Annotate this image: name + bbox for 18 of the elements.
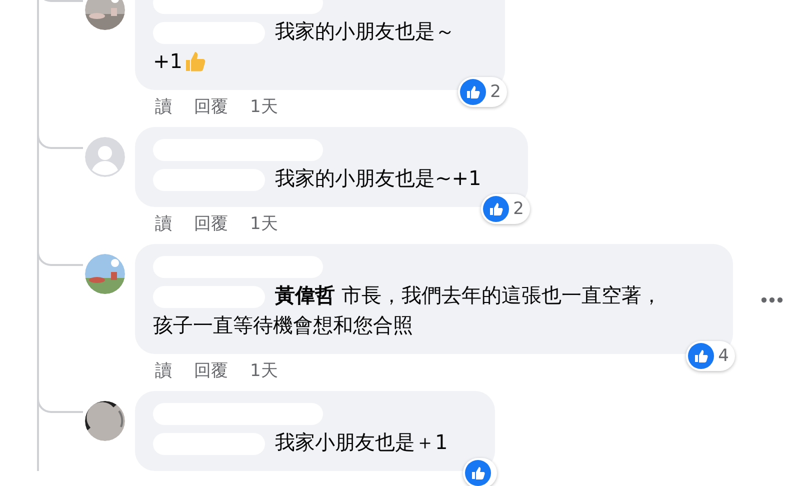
timestamp: 1天 — [250, 360, 278, 383]
timestamp: 1天 — [250, 213, 278, 236]
like-link[interactable]: 讀 — [155, 211, 172, 244]
reaction-count: 4 — [718, 345, 729, 368]
comment-text: 我家的小朋友也是~+1 — [275, 166, 482, 190]
reaction-count: 2 — [490, 81, 501, 104]
reply-link[interactable]: 回覆 — [194, 94, 228, 127]
comment-text: 我家的小朋友也是～ — [275, 19, 455, 43]
comment-text: 黃偉哲 市長，我們去年的這張也一直空著，孩子一直等待機會想和您合照 — [153, 283, 662, 337]
comment-text: +1 — [153, 48, 182, 75]
like-link[interactable]: 讀 — [155, 358, 172, 391]
more-icon — [761, 296, 783, 303]
like-link[interactable]: 讀 — [155, 94, 172, 127]
timestamp: 1天 — [250, 96, 278, 119]
comment-text: 我家小朋友也是＋1 — [275, 430, 448, 454]
reaction-count: 2 — [513, 198, 524, 221]
reply-link[interactable]: 回覆 — [194, 211, 228, 244]
reply-link[interactable]: 回覆 — [194, 358, 228, 391]
